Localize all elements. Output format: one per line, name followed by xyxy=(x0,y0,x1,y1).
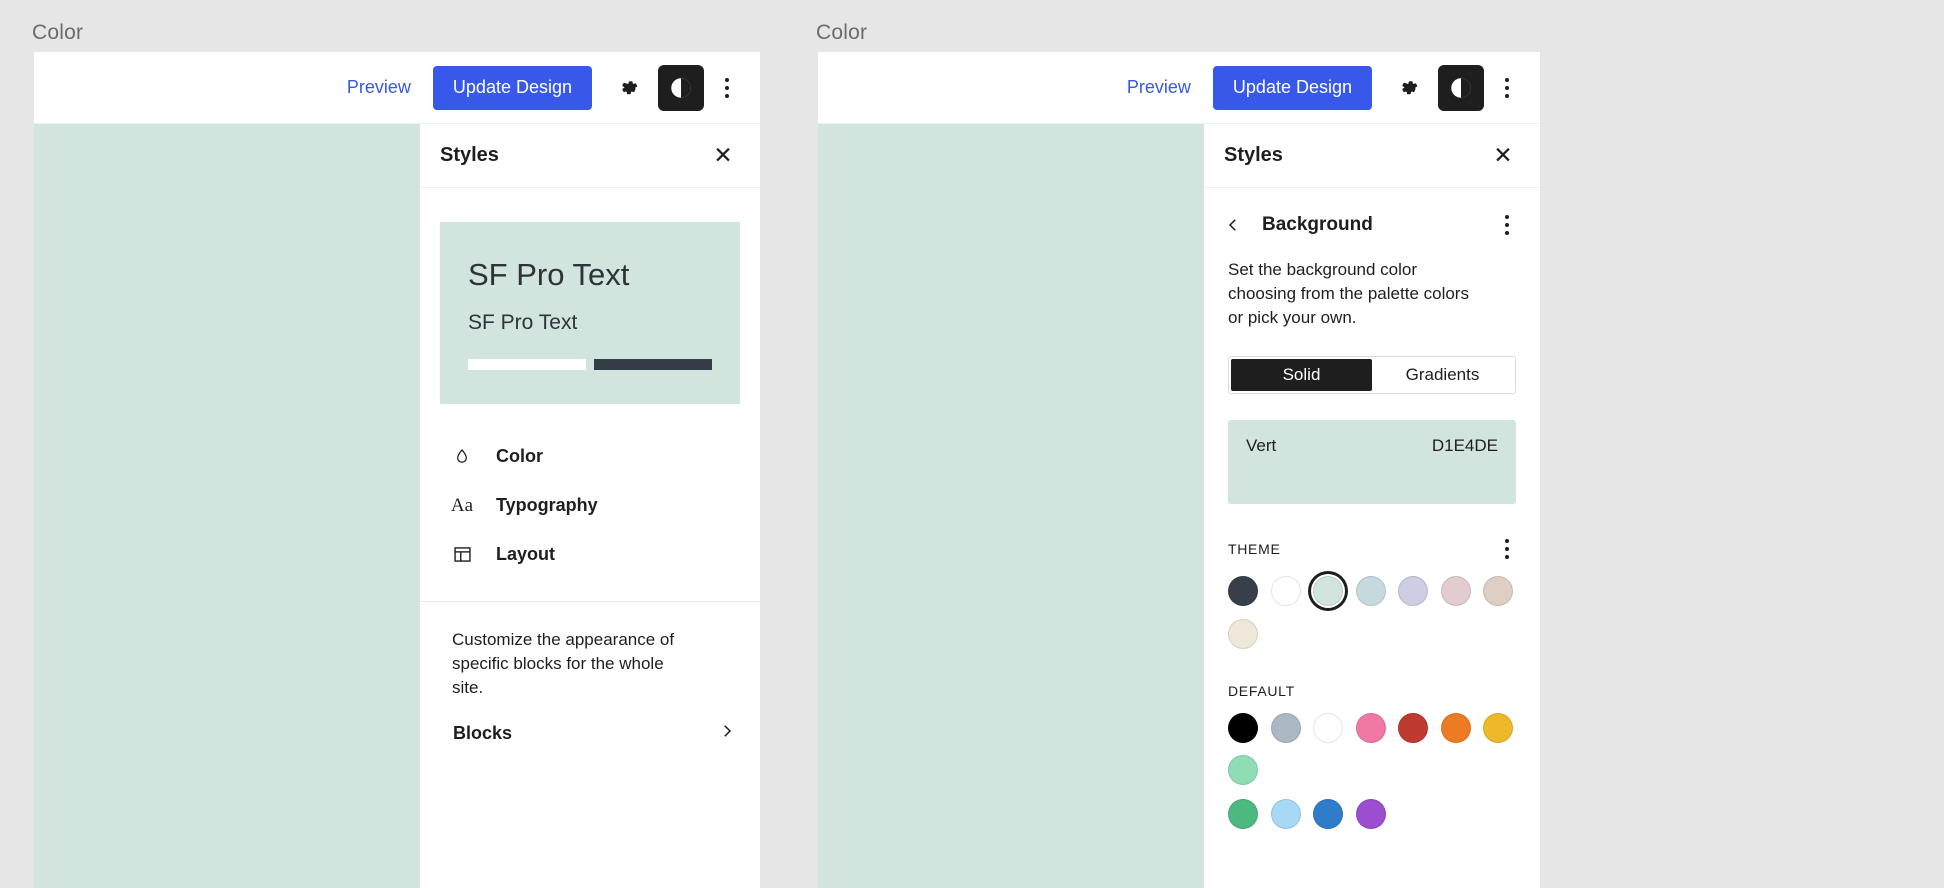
selected-color-hex: D1E4DE xyxy=(1431,436,1498,456)
editor-toolbar-left: Preview Update Design xyxy=(34,52,760,124)
theme-color-swatch-3[interactable] xyxy=(1355,576,1386,607)
selected-color-card[interactable]: Vert D1E4DE xyxy=(1228,420,1516,505)
styles-sidebar-right: Styles ✕ Background Set the background c… xyxy=(1203,124,1540,888)
default-color-swatch-6[interactable] xyxy=(1483,712,1513,743)
kebab-dots xyxy=(1505,215,1509,235)
style-preview-subheading: SF Pro Text xyxy=(468,311,578,335)
selected-color-name: Vert xyxy=(1246,436,1277,456)
default-color-swatch-row2-0[interactable] xyxy=(1228,799,1258,830)
frame-label-right: Color xyxy=(816,21,868,44)
default-section-title: DEFAULT xyxy=(1228,682,1295,699)
sidebar-item-color[interactable]: Color xyxy=(440,432,740,481)
tab-solid[interactable]: Solid xyxy=(1231,359,1372,392)
theme-color-swatch-7[interactable] xyxy=(1228,618,1258,649)
chevron-right-icon xyxy=(718,722,736,745)
contrast-icon[interactable] xyxy=(1438,64,1484,111)
sidebar-item-blocks[interactable]: Blocks xyxy=(420,700,760,745)
theme-color-swatch-2[interactable] xyxy=(1313,576,1343,607)
styles-panel-header: Styles ✕ xyxy=(1204,124,1540,188)
screenshot-stage: Color Preview Update Design Styles ✕ SF … xyxy=(0,0,1944,888)
sidebar-item-label: Typography xyxy=(496,495,598,515)
default-color-swatch-7[interactable] xyxy=(1228,755,1258,786)
gear-icon[interactable] xyxy=(1388,67,1430,109)
right-screenshot-frame: Color Preview Update Design Styles ✕ Bac… xyxy=(784,0,1944,888)
sidebar-item-typography[interactable]: Aa Typography xyxy=(440,481,740,530)
styles-sidebar-left: Styles ✕ SF Pro Text SF Pro Text Color A… xyxy=(419,124,760,888)
sidebar-item-label: Color xyxy=(496,446,543,466)
kebab-menu-icon[interactable] xyxy=(1494,536,1520,562)
style-preview-color-bars xyxy=(468,359,712,371)
theme-color-swatch-6[interactable] xyxy=(1483,576,1513,607)
theme-color-swatch-4[interactable] xyxy=(1398,576,1428,607)
editor-body-right: Styles ✕ Background Set the background c… xyxy=(818,124,1540,888)
kebab-dots xyxy=(1505,77,1509,98)
update-design-button[interactable]: Update Design xyxy=(432,65,592,110)
background-panel-header: Background xyxy=(1204,188,1540,240)
styles-menu-list: Color Aa Typography Layout xyxy=(420,432,760,579)
theme-swatch-list xyxy=(1228,576,1516,649)
default-color-swatch-row2-1[interactable] xyxy=(1270,799,1301,830)
kebab-dots xyxy=(725,77,729,98)
layout-icon xyxy=(450,543,474,567)
styles-panel-header: Styles ✕ xyxy=(420,124,760,188)
blocks-description: Customize the appearance of specific blo… xyxy=(452,630,675,698)
preview-bar-light xyxy=(468,359,586,371)
theme-color-swatch-5[interactable] xyxy=(1440,576,1471,607)
default-color-swatch-4[interactable] xyxy=(1398,712,1428,743)
contrast-icon[interactable] xyxy=(658,64,704,111)
close-icon[interactable]: ✕ xyxy=(708,141,738,171)
typography-aa-icon: Aa xyxy=(450,494,474,516)
kebab-menu-icon[interactable] xyxy=(1494,212,1520,238)
close-icon[interactable]: ✕ xyxy=(1488,141,1518,171)
styles-panel-title: Styles xyxy=(1224,144,1283,166)
preview-link[interactable]: Preview xyxy=(1127,77,1191,98)
default-color-swatch-5[interactable] xyxy=(1440,712,1471,743)
styles-panel-title: Styles xyxy=(440,144,499,166)
chevron-left-icon[interactable] xyxy=(1218,210,1248,240)
editor-window-right: Preview Update Design Styles ✕ Backgroun… xyxy=(818,52,1540,888)
droplet-icon xyxy=(450,445,474,469)
theme-section-header: THEME xyxy=(1228,536,1520,562)
sidebar-item-label: Layout xyxy=(496,544,556,564)
kebab-menu-icon[interactable] xyxy=(1490,67,1524,109)
background-type-tabs: Solid Gradients xyxy=(1228,356,1516,395)
style-preview-heading: SF Pro Text xyxy=(468,257,630,292)
preview-link[interactable]: Preview xyxy=(347,77,411,98)
theme-color-swatch-0[interactable] xyxy=(1228,576,1258,607)
default-swatch-list-row2 xyxy=(1228,799,1516,830)
default-section-header: DEFAULT xyxy=(1228,683,1520,699)
preview-bar-dark xyxy=(594,359,712,371)
gear-icon[interactable] xyxy=(608,67,650,109)
update-design-button[interactable]: Update Design xyxy=(1212,65,1372,110)
default-color-swatch-1[interactable] xyxy=(1270,712,1301,743)
style-preview-card[interactable]: SF Pro Text SF Pro Text xyxy=(440,222,740,404)
default-swatch-list-row1 xyxy=(1228,712,1516,786)
background-description: Set the background color choosing from t… xyxy=(1228,260,1469,328)
background-header-left: Background xyxy=(1218,210,1373,240)
default-color-swatch-3[interactable] xyxy=(1355,712,1386,743)
site-canvas-preview[interactable] xyxy=(34,124,419,888)
default-color-swatch-2[interactable] xyxy=(1313,712,1343,743)
theme-color-swatch-1[interactable] xyxy=(1270,576,1301,607)
default-color-swatch-row2-2[interactable] xyxy=(1313,799,1343,830)
theme-section-title: THEME xyxy=(1228,541,1281,558)
sidebar-item-layout[interactable]: Layout xyxy=(440,530,740,579)
kebab-menu-icon[interactable] xyxy=(710,67,744,109)
editor-window-left: Preview Update Design Styles ✕ SF Pro Te… xyxy=(34,52,760,888)
tab-gradients[interactable]: Gradients xyxy=(1372,359,1513,391)
blocks-label: Blocks xyxy=(453,723,513,744)
site-canvas-preview[interactable] xyxy=(818,124,1203,888)
frame-label-left: Color xyxy=(32,21,84,44)
editor-body-left: Styles ✕ SF Pro Text SF Pro Text Color A… xyxy=(34,124,760,888)
editor-toolbar-right: Preview Update Design xyxy=(818,52,1540,124)
default-color-swatch-row2-3[interactable] xyxy=(1355,799,1386,830)
default-color-swatch-0[interactable] xyxy=(1228,712,1258,743)
kebab-dots xyxy=(1505,539,1509,560)
background-panel-title: Background xyxy=(1262,214,1373,235)
background-panel: Background Set the background color choo… xyxy=(1204,188,1540,830)
